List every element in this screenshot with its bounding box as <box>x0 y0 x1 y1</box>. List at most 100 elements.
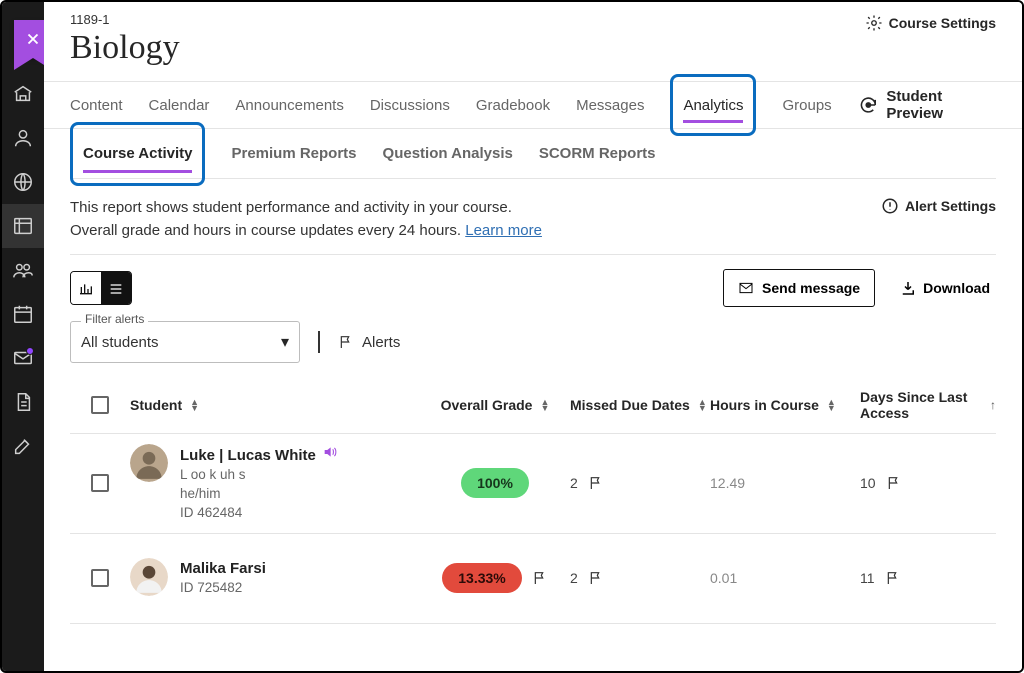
filter-value: All students <box>81 334 159 351</box>
course-settings-button[interactable]: Course Settings <box>865 14 996 32</box>
chart-icon <box>78 281 94 297</box>
sort-icon: ▲▼ <box>190 399 199 411</box>
missed-count: 2 <box>570 475 578 491</box>
report-description: This report shows student performance an… <box>70 197 542 242</box>
course-tabs: Content Calendar Announcements Discussio… <box>44 81 1022 129</box>
sort-icon: ▲▼ <box>540 399 549 411</box>
chevron-down-icon: ▾ <box>281 332 289 352</box>
student-pronunciation: L oo k uh s <box>180 466 338 485</box>
subtab-scorm-reports[interactable]: SCORM Reports <box>539 129 656 179</box>
nav-globe-icon[interactable] <box>2 160 44 204</box>
tab-announcements[interactable]: Announcements <box>235 81 343 129</box>
send-message-label: Send message <box>762 280 860 296</box>
student-preview-button[interactable]: Student Preview <box>858 88 996 122</box>
preview-cycle-icon <box>858 94 879 116</box>
report-desc-line1: This report shows student performance an… <box>70 197 542 220</box>
main-panel: 1189-1 Biology Course Settings Content C… <box>44 2 1022 671</box>
alerts-label: Alerts <box>362 334 400 351</box>
highlight-analytics-tab: Analytics <box>670 74 756 136</box>
missed-count: 2 <box>570 570 578 586</box>
col-header-student[interactable]: Student ▲▼ <box>130 397 420 413</box>
flag-icon <box>588 570 604 586</box>
tab-gradebook[interactable]: Gradebook <box>476 81 550 129</box>
envelope-icon <box>738 280 754 296</box>
alert-icon <box>881 197 899 215</box>
gear-icon <box>865 14 883 32</box>
tab-content[interactable]: Content <box>70 81 123 129</box>
send-message-button[interactable]: Send message <box>723 269 875 307</box>
flag-icon <box>886 475 902 491</box>
flag-icon <box>532 570 548 586</box>
nav-calendar-icon[interactable] <box>2 292 44 336</box>
student-name[interactable]: Luke | Lucas White <box>180 445 316 466</box>
col-header-grade[interactable]: Overall Grade ▲▼ <box>420 397 570 413</box>
nav-compose-icon[interactable] <box>2 424 44 468</box>
table-header-row: Student ▲▼ Overall Grade ▲▼ Missed Due D… <box>70 389 996 434</box>
tab-calendar[interactable]: Calendar <box>149 81 210 129</box>
flag-icon <box>338 334 354 350</box>
grade-pill: 100% <box>461 468 529 498</box>
subtab-premium-reports[interactable]: Premium Reports <box>231 129 356 179</box>
alerts-button[interactable]: Alerts <box>338 334 400 351</box>
col-header-days[interactable]: Days Since Last Access ↑ <box>860 389 996 421</box>
table-row: Luke | Lucas White L oo k uh s he/him ID… <box>70 434 996 534</box>
filter-alerts-select[interactable]: Filter alerts All students ▾ <box>70 321 300 363</box>
course-title: Biology <box>70 29 180 67</box>
hours-value: 12.49 <box>710 475 745 491</box>
filter-legend: Filter alerts <box>81 312 148 326</box>
pronunciation-icon[interactable] <box>322 444 338 466</box>
student-preview-label: Student Preview <box>886 88 996 122</box>
tab-groups[interactable]: Groups <box>782 81 831 129</box>
learn-more-link[interactable]: Learn more <box>465 222 542 239</box>
nav-institution-icon[interactable] <box>2 72 44 116</box>
download-label: Download <box>923 280 990 296</box>
student-pronouns: he/him <box>180 485 338 504</box>
analytics-subtabs: Course Activity Premium Reports Question… <box>70 129 996 179</box>
download-icon <box>899 279 917 297</box>
view-toggle <box>70 271 132 305</box>
tab-analytics[interactable]: Analytics <box>683 81 743 129</box>
days-value: 11 <box>860 570 875 586</box>
student-name[interactable]: Malika Farsi <box>180 558 266 579</box>
messages-badge-icon <box>26 347 34 355</box>
highlight-course-activity-subtab: Course Activity <box>70 122 205 186</box>
nav-people-icon[interactable] <box>2 248 44 292</box>
tab-discussions[interactable]: Discussions <box>370 81 450 129</box>
alert-settings-label: Alert Settings <box>905 198 996 214</box>
subtab-course-activity[interactable]: Course Activity <box>83 129 192 179</box>
vertical-divider <box>318 331 320 353</box>
avatar <box>130 444 168 482</box>
tab-messages[interactable]: Messages <box>576 81 644 129</box>
student-id: ID 462484 <box>180 504 338 523</box>
left-nav-rail <box>2 2 44 671</box>
alert-settings-button[interactable]: Alert Settings <box>881 197 996 215</box>
nav-document-icon[interactable] <box>2 380 44 424</box>
sort-icon: ▲▼ <box>698 399 707 411</box>
col-header-missed[interactable]: Missed Due Dates ▲▼ <box>570 397 710 413</box>
download-button[interactable]: Download <box>893 278 996 298</box>
grade-pill: 13.33% <box>442 563 521 593</box>
subtab-question-analysis[interactable]: Question Analysis <box>383 129 513 179</box>
students-table: Student ▲▼ Overall Grade ▲▼ Missed Due D… <box>70 389 996 624</box>
student-id: ID 725482 <box>180 579 266 598</box>
row-checkbox[interactable] <box>91 569 109 587</box>
col-header-hours[interactable]: Hours in Course ▲▼ <box>710 397 860 413</box>
select-all-checkbox[interactable] <box>91 396 109 414</box>
days-value: 10 <box>860 475 876 491</box>
nav-profile-icon[interactable] <box>2 116 44 160</box>
list-icon <box>108 281 124 297</box>
avatar <box>130 558 168 596</box>
sort-asc-icon: ↑ <box>990 398 996 412</box>
nav-messages-icon[interactable] <box>2 336 44 380</box>
course-code: 1189-1 <box>70 12 180 27</box>
row-checkbox[interactable] <box>91 474 109 492</box>
view-list-button[interactable] <box>101 272 131 305</box>
flag-icon <box>588 475 604 491</box>
table-row: Malika Farsi ID 725482 13.33% 2 0.01 11 <box>70 534 996 624</box>
nav-content-icon[interactable] <box>2 204 44 248</box>
course-settings-label: Course Settings <box>889 15 996 31</box>
report-desc-line2: Overall grade and hours in course update… <box>70 222 465 239</box>
view-chart-button[interactable] <box>71 272 101 305</box>
flag-icon <box>885 570 901 586</box>
hours-value: 0.01 <box>710 570 737 586</box>
